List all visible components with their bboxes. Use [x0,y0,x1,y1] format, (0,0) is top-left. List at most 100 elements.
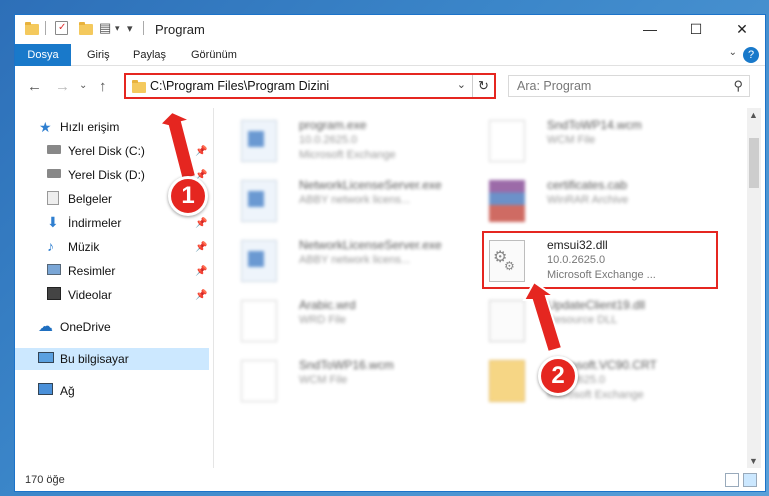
file-name: NetworkLicenseServer.exe [299,178,442,192]
pin-icon[interactable]: 📌 [195,242,207,253]
tab-share[interactable]: Paylaş [121,44,178,66]
pin-icon[interactable]: 📌 [195,146,207,157]
exe-icon [241,240,277,282]
file-item[interactable]: program.exe 10.0.2625.0 Microsoft Exchan… [221,114,461,168]
forward-arrow-icon[interactable]: → [55,78,70,95]
title-bar: ✓ ▤ ▾ ▾ Program — ☐ ✕ [15,15,765,43]
folder-icon [132,80,146,93]
nav-label: Yerel Disk (C:) [68,144,145,158]
document-icon [241,300,277,342]
nav-label: Müzik [68,240,100,254]
nav-item-network[interactable]: Ağ [15,380,209,402]
window-title: Program [155,22,205,37]
chevron-down-icon[interactable]: ⌄ [457,78,466,91]
nav-item-pictures[interactable]: Resimler 📌 [15,260,209,282]
archive-icon [489,180,525,222]
file-name: Arabic.wrd [299,298,356,312]
scroll-thumb[interactable] [749,138,759,188]
nav-item-downloads[interactable]: ⬇ İndirmeler 📌 [15,212,209,234]
up-arrow-icon[interactable]: ↑ [99,78,107,95]
checkmark-icon: ✓ [58,22,67,33]
file-type: WCM File [547,134,596,146]
nav-item-this-pc[interactable]: Bu bilgisayar [15,348,209,370]
file-item[interactable]: Arabic.wrd WRD File [221,294,461,348]
expand-ribbon-icon[interactable]: ⌄ [729,47,737,58]
new-folder-icon[interactable] [79,22,93,35]
file-item[interactable]: NetworkLicenseServer.exe ABBY network li… [221,234,461,288]
tab-file[interactable]: Dosya [15,44,71,66]
cloud-icon: ☁ [38,318,53,335]
document-icon [489,120,525,162]
pin-icon[interactable]: 📌 [195,266,207,277]
nav-label: Yerel Disk (D:) [68,168,145,182]
tiles-view-icon[interactable] [743,473,757,487]
file-type: WinRAR Archive [547,194,629,206]
exe-icon [241,120,277,162]
step-badge-1: 1 [168,176,208,216]
file-version: 10.0.2625.0 [299,134,358,146]
pin-icon[interactable]: 📌 [195,290,207,301]
quick-access-dropdown-icon[interactable]: ▾ [127,22,133,35]
explorer-window: ✓ ▤ ▾ ▾ Program — ☐ ✕ Dosya Giriş Paylaş… [14,14,766,492]
nav-label: Resimler [68,264,116,278]
separator [143,21,144,35]
nav-label: Belgeler [68,192,113,206]
search-placeholder: Ara: Program [517,79,592,93]
exe-icon [241,180,277,222]
file-item[interactable]: certificates.cab WinRAR Archive [469,174,709,228]
file-item[interactable]: SndToWP16.wcm WCM File [221,354,461,408]
nav-label: Videolar [68,288,112,302]
file-item[interactable]: NetworkLicenseServer.exe ABBY network li… [221,174,461,228]
pane-divider[interactable] [213,108,214,468]
file-name: SndToWP14.wcm [547,118,642,132]
minimize-button[interactable]: — [627,15,673,43]
file-item[interactable]: Microsoft.VC90.CRT 10.0.2625.0 Microsoft… [469,354,709,408]
nav-item-videos[interactable]: Videolar 📌 [15,284,209,306]
ribbon-tabs: Dosya Giriş Paylaş Görünüm ⌄ ? [15,44,765,66]
pictures-icon [47,264,61,275]
maximize-button[interactable]: ☐ [673,15,719,43]
search-icon[interactable]: ⚲ [733,78,743,94]
recent-locations-icon[interactable]: ⌄ [79,80,87,91]
file-type: WRD File [299,314,347,326]
nav-item-onedrive[interactable]: ☁ OneDrive [15,316,209,338]
file-name: UpdateClient19.dll [547,298,646,312]
tab-home[interactable]: Giriş [75,44,122,66]
nav-item-quick-access[interactable]: ★ Hızlı erişim [15,116,209,138]
file-description: ABBY network licens... [299,194,411,206]
address-bar[interactable]: C:\Program Files\Program Dizini ⌄ ↻ [124,73,496,99]
drive-icon [47,169,61,178]
vertical-scrollbar[interactable]: ▲ ▼ [747,108,761,468]
scroll-up-icon[interactable]: ▲ [749,110,758,120]
nav-item-drive-c[interactable]: Yerel Disk (C:) 📌 [15,140,209,162]
computer-icon [38,352,54,363]
nav-item-music[interactable]: ♪ Müzik 📌 [15,236,209,258]
file-name: NetworkLicenseServer.exe [299,238,442,252]
status-bar: 170 öğe [15,469,765,491]
videos-icon [47,287,61,300]
file-item[interactable]: SndToWP14.wcm WCM File [469,114,709,168]
refresh-icon[interactable]: ↻ [472,75,494,97]
tab-view[interactable]: Görünüm [179,44,249,66]
help-icon[interactable]: ? [743,47,759,63]
pin-icon[interactable]: 📌 [195,218,207,229]
document-icon [241,360,277,402]
back-arrow-icon[interactable]: ← [27,78,42,95]
file-name: SndToWP16.wcm [299,358,394,372]
dll-icon [489,300,525,342]
file-description: Resource DLL [547,314,618,326]
file-item[interactable]: UpdateClient19.dll Resource DLL [469,294,709,348]
nav-label: İndirmeler [68,216,122,230]
nav-label: Hızlı erişim [60,120,120,134]
chevron-down-icon[interactable]: ▾ [115,23,120,34]
item-count: 170 öğe [25,474,65,486]
nav-label: Bu bilgisayar [60,352,129,366]
search-input[interactable]: Ara: Program ⚲ [508,75,750,97]
folder-icon [25,22,39,35]
step-badge-2: 2 [538,356,578,396]
address-path[interactable]: C:\Program Files\Program Dizini [150,79,329,93]
details-view-icon[interactable] [725,473,739,487]
scroll-down-icon[interactable]: ▼ [749,456,758,466]
close-button[interactable]: ✕ [719,15,765,43]
customize-icon[interactable]: ▤ [99,20,111,36]
